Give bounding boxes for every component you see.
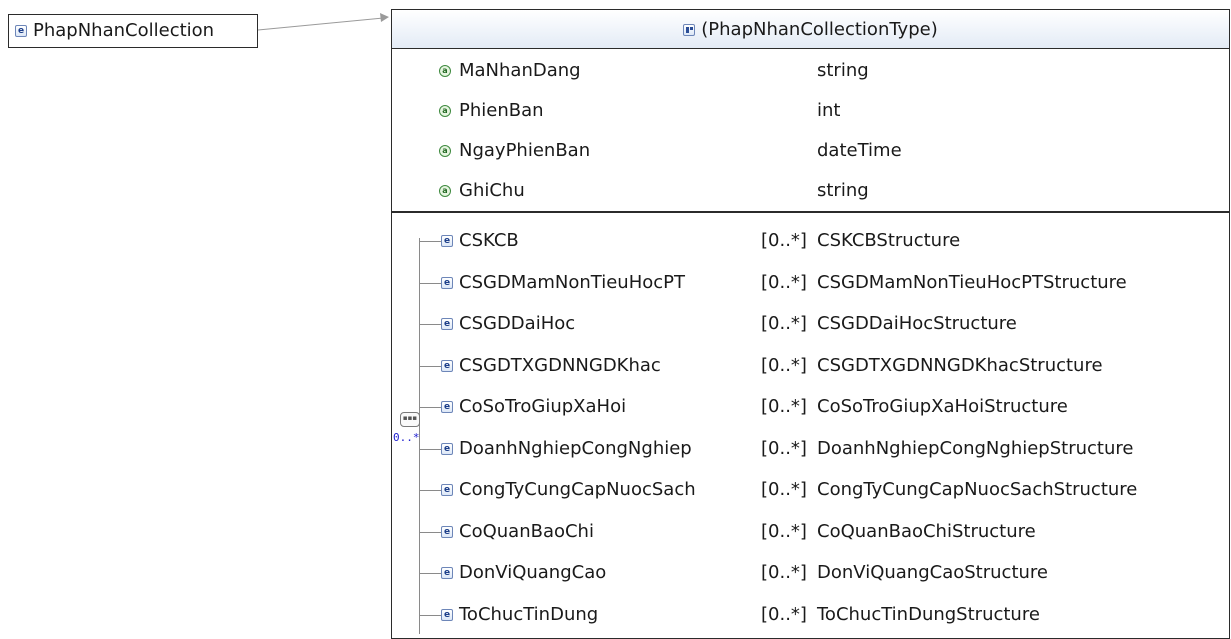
attribute-icon: a — [439, 105, 451, 117]
attribute-name[interactable]: GhiChu — [459, 180, 525, 202]
root-connector — [257, 13, 389, 31]
element-icon: e — [441, 525, 453, 538]
element-connector-line — [419, 573, 441, 574]
attribute-icon: a — [439, 185, 451, 197]
element-connector-line — [419, 241, 441, 242]
element-multiplicity: [0..*] — [761, 562, 807, 583]
attributes-separator — [392, 211, 1229, 213]
element-connector-line — [419, 614, 441, 616]
element-connector-line — [419, 448, 441, 450]
element-multiplicity: [0..*] — [761, 313, 807, 334]
element-type: DoanhNghiepCongNghiepStructure — [817, 437, 1134, 459]
element-type: ToChucTinDungStructure — [817, 603, 1040, 625]
attribute-type: string — [817, 180, 869, 201]
complex-type-header: (PhapNhanCollectionType) — [392, 10, 1229, 49]
element-name[interactable]: CoQuanBaoChi — [459, 521, 594, 543]
element-multiplicity: [0..*] — [761, 230, 807, 251]
element-icon: e — [441, 567, 453, 579]
element-name[interactable]: DoanhNghiepCongNghiep — [459, 438, 692, 460]
element-connector-line — [419, 490, 441, 491]
element-name[interactable]: ToChucTinDung — [459, 604, 598, 626]
attribute-type: int — [817, 100, 841, 121]
element-type: CSGDDaiHocStructure — [817, 313, 1017, 334]
element-connector-line — [419, 282, 441, 284]
complex-type-icon — [683, 24, 696, 36]
element-name[interactable]: CSGDDaiHoc — [459, 313, 575, 335]
element-name[interactable]: CongTyCungCapNuocSach — [459, 479, 696, 501]
element-multiplicity: [0..*] — [761, 520, 807, 542]
element-name[interactable]: CSGDMamNonTieuHocPT — [459, 272, 685, 294]
element-name[interactable]: DonViQuangCao — [459, 562, 606, 584]
complex-type-title: (PhapNhanCollectionType) — [701, 19, 938, 40]
attribute-name[interactable]: MaNhanDang — [459, 60, 581, 82]
element-connector-line — [419, 365, 441, 367]
element-multiplicity: [0..*] — [761, 396, 807, 417]
element-type: DonViQuangCaoStructure — [817, 562, 1048, 583]
sequence-icon[interactable]: ▪▪▪ — [400, 412, 420, 427]
element-icon: e — [441, 235, 453, 247]
element-multiplicity: [0..*] — [761, 354, 807, 376]
element-multiplicity: [0..*] — [761, 437, 807, 459]
element-multiplicity: [0..*] — [761, 603, 807, 625]
element-name[interactable]: CoSoTroGiupXaHoi — [459, 396, 626, 418]
element-type: CongTyCungCapNuocSachStructure — [817, 479, 1138, 500]
element-name[interactable]: CSKCB — [459, 230, 519, 252]
element-icon: e — [441, 318, 453, 330]
element-type: CoQuanBaoChiStructure — [817, 520, 1036, 542]
attribute-name[interactable]: NgayPhienBan — [459, 140, 590, 162]
element-connector-line — [419, 407, 441, 408]
element-multiplicity: [0..*] — [761, 479, 807, 500]
element-multiplicity: [0..*] — [761, 271, 807, 293]
sequence-multiplicity: 0..* — [393, 431, 420, 444]
element-type: CoSoTroGiupXaHoiStructure — [817, 396, 1068, 417]
element-connector-line — [419, 324, 441, 325]
element-icon: e — [441, 401, 453, 413]
attribute-icon: a — [439, 145, 451, 157]
attribute-name[interactable]: PhienBan — [459, 100, 544, 122]
element-icon: e — [441, 484, 453, 496]
attribute-type: dateTime — [817, 140, 902, 161]
element-icon: e — [441, 608, 453, 621]
element-connector-line — [419, 531, 441, 533]
element-type: CSGDTXGDNNGDKhacStructure — [817, 354, 1103, 376]
element-type: CSGDMamNonTieuHocPTStructure — [817, 271, 1127, 293]
attribute-type: string — [817, 60, 869, 81]
element-name[interactable]: CSGDTXGDNNGDKhac — [459, 355, 661, 377]
element-icon: e — [441, 442, 453, 455]
element-icon: e — [441, 276, 453, 289]
attribute-icon: a — [439, 65, 451, 77]
complex-type-box: (PhapNhanCollectionType) a MaNhanDang stri… — [391, 9, 1230, 639]
element-icon: e — [441, 359, 453, 372]
element-type: CSKCBStructure — [817, 230, 961, 251]
